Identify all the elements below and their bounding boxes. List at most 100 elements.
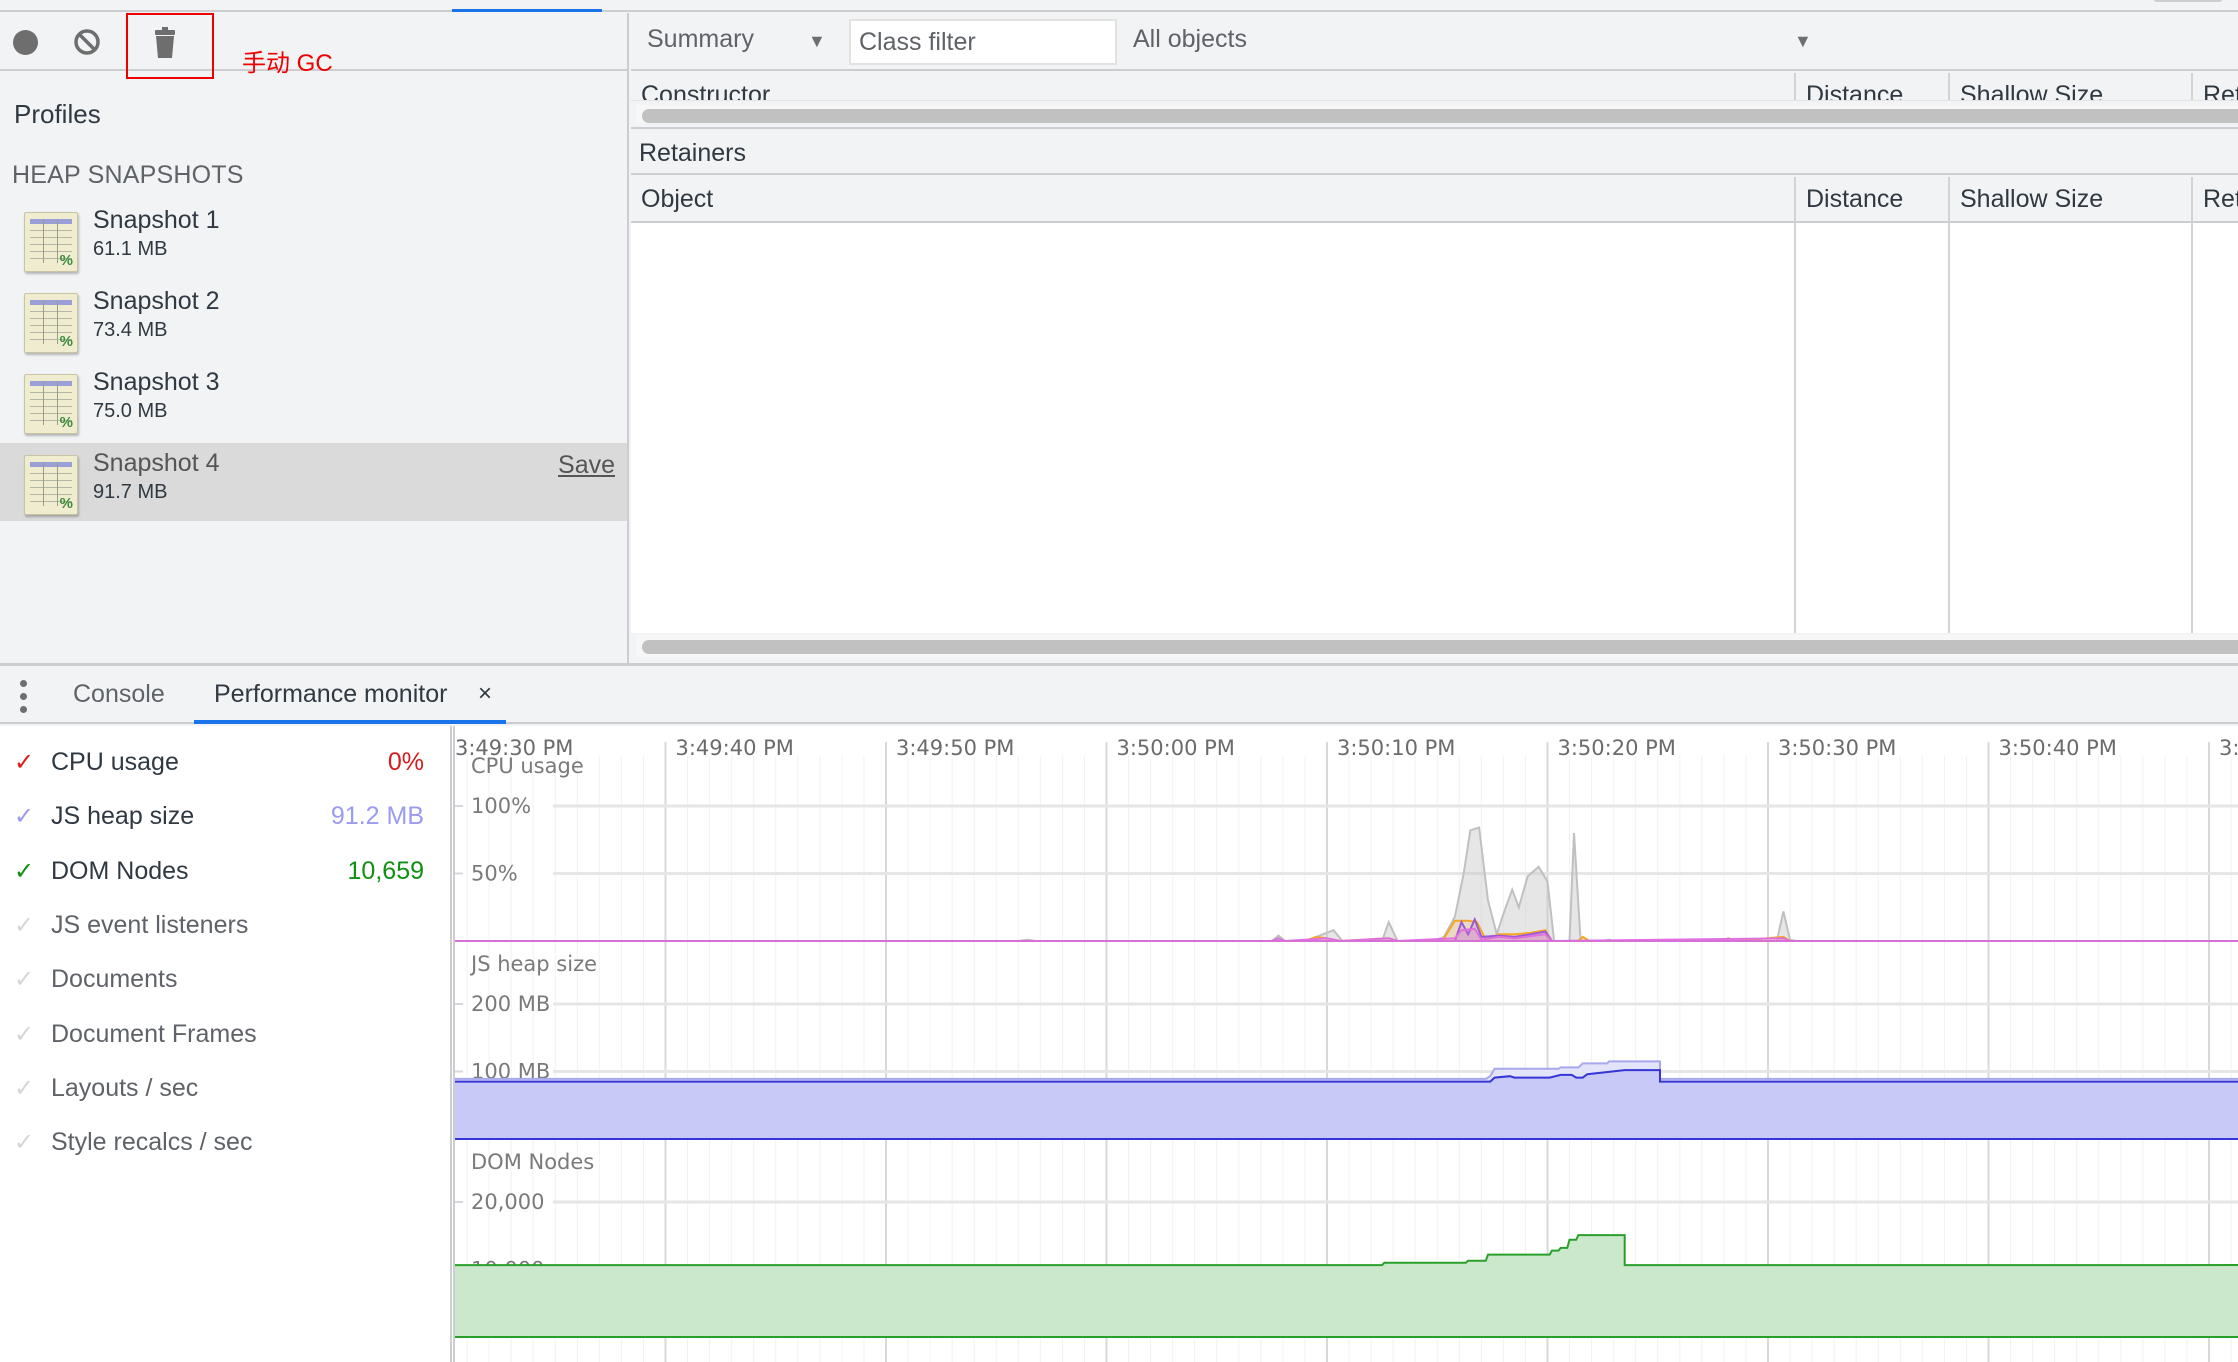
active-tab-indicator: [194, 720, 506, 724]
objects-scope-select[interactable]: All objects: [1133, 25, 1247, 54]
tab-performance-monitor[interactable]: Performance monitor: [214, 680, 447, 709]
column-divider: [2191, 177, 2193, 633]
checkmark-icon[interactable]: ✓: [14, 1020, 34, 1049]
drawer-tab-bar: Console Performance monitor ×: [0, 666, 2238, 724]
checkmark-icon[interactable]: ✓: [14, 1128, 34, 1157]
time-tick-label: 3:49:50 PM: [896, 736, 1014, 760]
column-header-shallow-size[interactable]: Shallow Size: [1960, 81, 2103, 100]
snapshot-name: Snapshot 4: [93, 449, 220, 477]
y-tick-label: 50%: [471, 862, 518, 886]
series-line-style: [453, 927, 2238, 943]
profiles-sidebar: 手动 GC Profiles HEAP SNAPSHOTS % Snapshot…: [0, 13, 629, 663]
y-tick-label: 100%: [471, 794, 531, 818]
snapshot-item[interactable]: % Snapshot 1 61.1 MB: [0, 200, 627, 280]
retainers-grid: Object Distance Shallow Size Ret: [631, 177, 2238, 633]
retainers-grid-header: Object Distance Shallow Size Ret: [631, 177, 2238, 223]
snapshot-size: 75.0 MB: [93, 400, 168, 422]
metric-label: Layouts / sec: [51, 1073, 199, 1102]
metric-label: JS heap size: [51, 802, 195, 831]
column-header-distance[interactable]: Distance: [1806, 81, 1903, 100]
metric-toggle[interactable]: ✓ Layouts / sec: [0, 1062, 450, 1116]
constructor-grid-header: Constructor Distance Shallow Size Ret: [631, 73, 2238, 101]
checkmark-icon[interactable]: ✓: [14, 857, 34, 886]
metric-label: DOM Nodes: [51, 856, 189, 885]
snapshot-item[interactable]: % Snapshot 2 73.4 MB: [0, 281, 627, 361]
record-icon: [13, 30, 38, 55]
retainers-title: Retainers: [639, 139, 746, 167]
time-tick-label: 3:50:30 PM: [1778, 736, 1896, 760]
metric-toggle[interactable]: ✓ JS heap size 91.2 MB: [0, 790, 450, 844]
column-header-retained-size[interactable]: Ret: [2203, 81, 2238, 100]
metric-value: 10,659: [347, 856, 424, 885]
snapshot-name: Snapshot 1: [93, 206, 220, 234]
save-snapshot-link[interactable]: Save: [558, 451, 615, 480]
metric-value: 91.2 MB: [330, 802, 424, 831]
retainers-header: Retainers: [631, 127, 2238, 175]
snapshot-name: Snapshot 3: [93, 368, 220, 396]
chart-title: CPU usage: [471, 754, 584, 778]
column-header-object[interactable]: Object: [641, 185, 713, 214]
snapshot-size: 91.7 MB: [93, 481, 168, 503]
column-header-constructor[interactable]: Constructor: [641, 81, 770, 100]
time-tick-label: 3:50:10 PM: [1337, 736, 1455, 760]
time-tick-label: 3:49:40 PM: [676, 736, 794, 760]
metric-toggle[interactable]: ✓ CPU usage 0%: [0, 736, 450, 790]
chevron-down-icon[interactable]: ▼: [1794, 31, 1812, 52]
performance-charts: 3:49:30 PM 3:49:40 PM 3:49:50 PM 3:50:00 PM…: [453, 726, 2238, 1362]
close-icon[interactable]: ×: [478, 680, 492, 708]
snapshot-item[interactable]: % Snapshot 3 75.0 MB: [0, 362, 627, 442]
series-line-layout: [453, 916, 2238, 942]
chart-title: JS heap size: [469, 952, 597, 976]
chevron-down-icon[interactable]: ▼: [808, 31, 826, 52]
series-area-script: [453, 920, 2238, 941]
checkmark-icon[interactable]: ✓: [14, 802, 34, 831]
time-tick-label: 3:50:40 PM: [1999, 736, 2117, 760]
metric-toggle[interactable]: ✓ Style recalcs / sec: [0, 1116, 450, 1170]
column-header-distance[interactable]: Distance: [1806, 185, 1903, 214]
series-area-style: [453, 928, 2238, 941]
metric-toggle[interactable]: ✓ Document Frames: [0, 1008, 450, 1062]
metric-label: Documents: [51, 965, 178, 994]
series-area-total: [453, 827, 2238, 941]
profiles-heading: Profiles: [14, 99, 101, 129]
heap-snapshots-section-title: HEAP SNAPSHOTS: [12, 161, 244, 189]
record-button[interactable]: [10, 27, 40, 57]
metric-toggle[interactable]: ✓ Documents: [0, 953, 450, 1007]
active-panel-tab-indicator: [452, 9, 602, 12]
column-header-shallow-size[interactable]: Shallow Size: [1960, 185, 2103, 214]
scrollbar-thumb[interactable]: [642, 640, 2238, 654]
metric-toggle[interactable]: ✓ DOM Nodes 10,659: [0, 845, 450, 899]
time-tick-label: 3:50:50 PM: [2219, 736, 2238, 760]
constructor-grid-scrollbar[interactable]: [636, 105, 2238, 123]
snapshot-size: 61.1 MB: [93, 238, 168, 260]
chart-title: DOM Nodes: [471, 1150, 594, 1174]
checkmark-icon[interactable]: ✓: [14, 1074, 34, 1103]
clear-profiles-button[interactable]: [72, 27, 102, 57]
class-filter-input[interactable]: [849, 19, 1117, 65]
retainers-grid-scrollbar[interactable]: [636, 635, 2238, 657]
metric-toggle[interactable]: ✓ JS event listeners: [0, 899, 450, 953]
panel-control[interactable]: [2153, 0, 2223, 2]
scrollbar-thumb[interactable]: [642, 109, 2238, 123]
heap-view-toolbar: Summary ▼ All objects ▼: [631, 13, 2238, 71]
performance-monitor: ✓ CPU usage 0% ✓ JS heap size 91.2 MB ✓ DOM Nod…: [0, 726, 2238, 1362]
series-area-layout: [453, 919, 2238, 941]
checkmark-icon[interactable]: ✓: [14, 748, 34, 777]
view-mode-select[interactable]: Summary: [647, 25, 754, 54]
column-header-retained-size[interactable]: Ret: [2203, 185, 2238, 214]
checkmark-icon[interactable]: ✓: [14, 965, 34, 994]
snapshot-item-selected[interactable]: % Snapshot 4 91.7 MB Save: [0, 443, 627, 521]
metric-label: CPU usage: [51, 748, 179, 776]
checkmark-icon[interactable]: ✓: [14, 911, 34, 940]
heap-snapshot-icon: %: [24, 374, 78, 434]
metric-label: Style recalcs / sec: [51, 1128, 253, 1157]
metric-value: 0%: [387, 748, 424, 776]
tab-console[interactable]: Console: [73, 680, 165, 709]
snapshot-name: Snapshot 2: [93, 287, 220, 315]
time-tick-label: 3:50:20 PM: [1558, 736, 1676, 760]
series-area-nodes: [453, 1235, 2238, 1337]
column-divider: [1794, 177, 1796, 633]
more-tools-icon[interactable]: [18, 680, 30, 714]
column-divider: [1948, 177, 1950, 633]
heap-snapshot-view: Summary ▼ All objects ▼ Constructor Dist…: [631, 13, 2238, 663]
